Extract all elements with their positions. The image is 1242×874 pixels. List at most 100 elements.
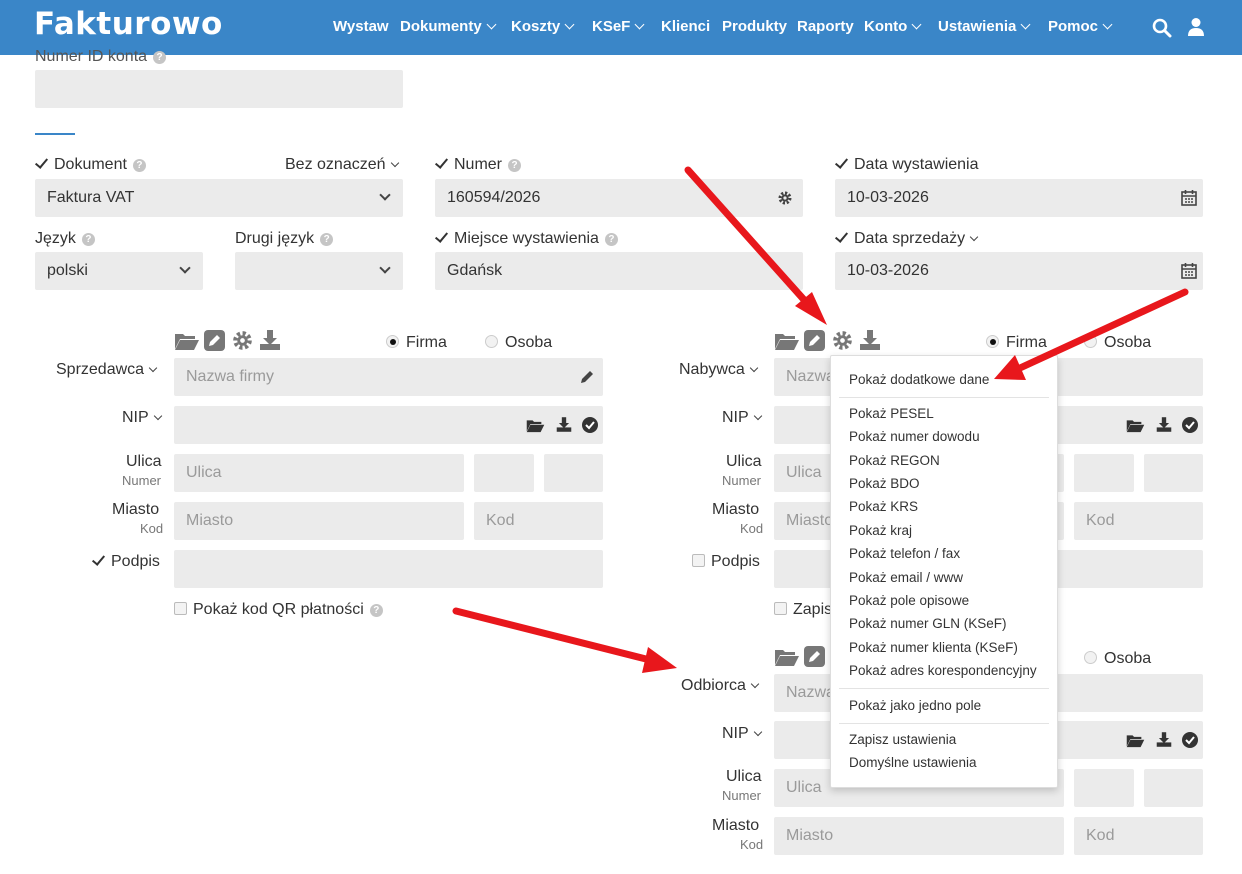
folder-open-icon[interactable] xyxy=(774,331,800,351)
nav-wystaw[interactable]: Wystaw xyxy=(333,18,389,35)
issue-date-input[interactable]: 10-03-2026 xyxy=(835,179,1203,217)
qr-checkbox[interactable] xyxy=(174,602,187,615)
sale-date-input[interactable]: 10-03-2026 xyxy=(835,252,1203,290)
chevron-down-icon[interactable] xyxy=(969,232,979,242)
recipient-city-input[interactable]: Miasto xyxy=(774,817,1064,855)
place-input[interactable]: Gdańsk xyxy=(435,252,803,290)
buyer-type-person[interactable]: Osoba xyxy=(1084,334,1151,352)
seller-signature-field[interactable] xyxy=(174,550,603,588)
recipient-type-person[interactable]: Osoba xyxy=(1084,650,1151,668)
menu-item-pesel[interactable]: Pokaż PESEL xyxy=(849,406,934,421)
second-language-select[interactable] xyxy=(235,252,403,290)
download-icon[interactable] xyxy=(859,329,881,351)
menu-item-regon[interactable]: Pokaż REGON xyxy=(849,453,940,468)
nav-raporty[interactable]: Raporty xyxy=(797,18,854,35)
seller-nip-input[interactable] xyxy=(174,406,603,444)
document-checkbox[interactable] xyxy=(35,157,48,170)
menu-item-client-number[interactable]: Pokaż numer klienta (KSeF) xyxy=(849,640,1018,655)
recipient-label[interactable]: Odbiorca xyxy=(681,677,760,695)
nav-klienci[interactable]: Klienci xyxy=(661,18,710,35)
recipient-nip-label[interactable]: NIP xyxy=(722,725,762,743)
download-icon[interactable] xyxy=(556,416,572,433)
save-checkbox[interactable] xyxy=(774,602,787,615)
radio-button[interactable] xyxy=(1084,651,1097,664)
download-icon[interactable] xyxy=(259,329,281,351)
account-id-field[interactable] xyxy=(35,70,403,108)
buyer-house-number-input[interactable] xyxy=(1074,454,1134,492)
edit-icon[interactable] xyxy=(804,646,825,667)
edit-icon[interactable] xyxy=(804,330,825,351)
issue-date-checkbox[interactable] xyxy=(835,157,848,170)
help-icon[interactable]: ? xyxy=(132,159,146,172)
qr-code-option[interactable]: Pokaż kod QR płatności? xyxy=(174,601,383,619)
help-icon[interactable]: ? xyxy=(153,51,167,64)
nav-ksef[interactable]: KSeF xyxy=(592,18,645,35)
download-icon[interactable] xyxy=(1156,416,1172,433)
radio-button[interactable] xyxy=(386,335,399,348)
recipient-house-number-input[interactable] xyxy=(1074,769,1134,807)
download-icon[interactable] xyxy=(1156,731,1172,748)
seller-street-input[interactable]: Ulica xyxy=(174,454,464,492)
nav-konto[interactable]: Konto xyxy=(864,18,922,35)
menu-item-single-field[interactable]: Pokaż jako jedno pole xyxy=(849,698,981,713)
nav-koszty[interactable]: Koszty xyxy=(511,18,575,35)
seller-type-company[interactable]: Firma xyxy=(386,334,447,352)
buyer-save-option[interactable]: Zapis xyxy=(774,601,832,619)
document-select[interactable]: Faktura VAT xyxy=(35,179,403,217)
check-circle-icon[interactable] xyxy=(1182,732,1198,748)
calendar-icon[interactable] xyxy=(1181,189,1197,206)
help-icon[interactable]: ? xyxy=(320,233,334,246)
recipient-postal-code-input[interactable]: Kod xyxy=(1074,817,1203,855)
nav-dokumenty[interactable]: Dokumenty xyxy=(400,18,497,35)
buyer-type-company[interactable]: Firma xyxy=(986,334,1047,352)
menu-item-krs[interactable]: Pokaż KRS xyxy=(849,499,918,514)
seller-name-input[interactable]: Nazwa firmy xyxy=(174,358,603,396)
signature-checkbox[interactable] xyxy=(692,554,705,567)
folder-open-icon[interactable] xyxy=(526,418,545,433)
recipient-apartment-number-input[interactable] xyxy=(1144,769,1203,807)
search-icon[interactable] xyxy=(1152,18,1172,38)
app-logo[interactable]: Fakturowo xyxy=(34,6,223,42)
gear-icon[interactable] xyxy=(777,190,793,206)
signature-checkbox[interactable] xyxy=(92,554,105,567)
language-select[interactable]: polski xyxy=(35,252,203,290)
seller-nip-label[interactable]: NIP xyxy=(122,409,162,427)
folder-open-icon[interactable] xyxy=(1126,418,1145,433)
buyer-apartment-number-input[interactable] xyxy=(1144,454,1203,492)
menu-item-save-settings[interactable]: Zapisz ustawienia xyxy=(849,732,956,747)
menu-item-country[interactable]: Pokaż kraj xyxy=(849,523,912,538)
sale-date-checkbox[interactable] xyxy=(835,231,848,244)
menu-item-correspondence-address[interactable]: Pokaż adres korespondencyjny xyxy=(849,663,1037,678)
seller-city-input[interactable]: Miasto xyxy=(174,502,464,540)
check-circle-icon[interactable] xyxy=(582,417,598,433)
buyer-postal-code-input[interactable]: Kod xyxy=(1074,502,1203,540)
check-circle-icon[interactable] xyxy=(1182,417,1198,433)
seller-label[interactable]: Sprzedawca xyxy=(56,361,158,379)
seller-house-number-input[interactable] xyxy=(474,454,534,492)
nav-ustawienia[interactable]: Ustawienia xyxy=(938,18,1031,35)
pencil-icon[interactable] xyxy=(579,369,595,385)
folder-open-icon[interactable] xyxy=(774,647,800,667)
menu-item-description[interactable]: Pokaż pole opisowe xyxy=(849,593,969,608)
help-icon[interactable]: ? xyxy=(508,159,522,172)
place-checkbox[interactable] xyxy=(435,231,448,244)
nav-produkty[interactable]: Produkty xyxy=(722,18,787,35)
marking-dropdown[interactable]: Bez oznaczeń xyxy=(285,156,399,174)
radio-button[interactable] xyxy=(986,335,999,348)
menu-item-id-number[interactable]: Pokaż numer dowodu xyxy=(849,429,980,444)
user-icon[interactable] xyxy=(1187,17,1205,37)
help-icon[interactable]: ? xyxy=(369,604,383,617)
folder-open-icon[interactable] xyxy=(1126,733,1145,748)
menu-show-additional-data[interactable]: Pokaż dodatkowe dane xyxy=(849,372,989,387)
menu-item-default-settings[interactable]: Domyślne ustawienia xyxy=(849,755,977,770)
seller-postal-code-input[interactable]: Kod xyxy=(474,502,603,540)
radio-button[interactable] xyxy=(485,335,498,348)
buyer-nip-label[interactable]: NIP xyxy=(722,409,762,427)
menu-item-phone-fax[interactable]: Pokaż telefon / fax xyxy=(849,546,960,561)
calendar-icon[interactable] xyxy=(1181,262,1197,279)
menu-item-gln[interactable]: Pokaż numer GLN (KSeF) xyxy=(849,616,1007,631)
nav-pomoc[interactable]: Pomoc xyxy=(1048,18,1113,35)
edit-icon[interactable] xyxy=(204,330,225,351)
help-icon[interactable]: ? xyxy=(604,233,618,246)
menu-item-bdo[interactable]: Pokaż BDO xyxy=(849,476,920,491)
